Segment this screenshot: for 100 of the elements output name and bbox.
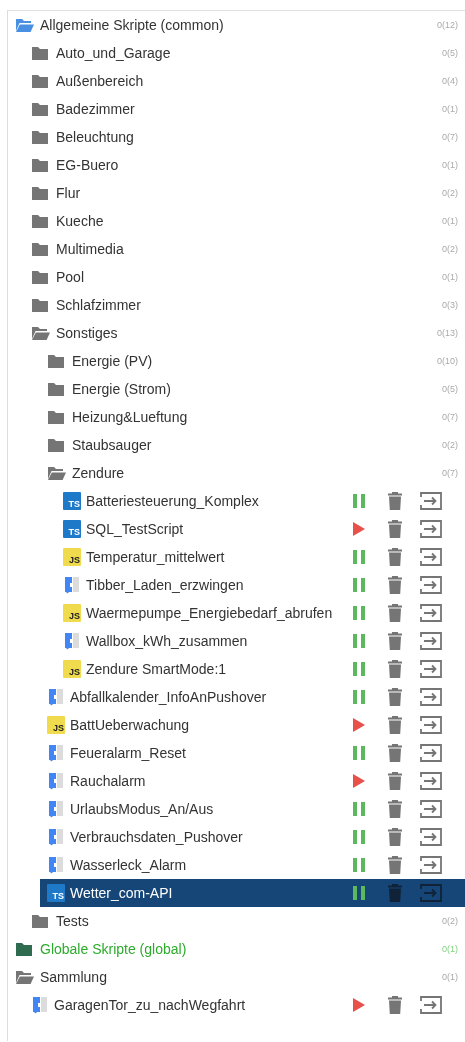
trash-icon — [388, 548, 402, 566]
folder-row[interactable]: EG-Buero 0(1) — [24, 151, 465, 179]
trash-icon — [388, 716, 402, 734]
folder-row[interactable]: Badezimmer 0(1) — [24, 95, 465, 123]
script-row[interactable]: TS SQL_TestScript — [56, 515, 465, 543]
trash-icon — [388, 996, 402, 1014]
script-count: 0(2) — [442, 244, 458, 254]
play-icon — [353, 774, 365, 788]
folder-row[interactable]: Heizung&Lueftung 0(7) — [40, 403, 465, 431]
puzzle-block-icon — [31, 996, 49, 1014]
script-name: Verbrauchsdaten_Pushover — [70, 829, 243, 845]
script-row[interactable]: GaragenTor_zu_nachWegfahrt — [24, 991, 465, 1019]
pause-icon — [352, 606, 366, 620]
puzzle-block-icon — [47, 772, 65, 790]
pause-icon — [352, 858, 366, 872]
script-count: 0(7) — [442, 412, 458, 422]
folder-row[interactable]: Beleuchtung 0(7) — [24, 123, 465, 151]
script-row[interactable]: Rauchalarm — [40, 767, 465, 795]
script-count: 0(12) — [437, 20, 458, 30]
folder-row[interactable]: Flur 0(2) — [24, 179, 465, 207]
trash-icon — [388, 772, 402, 790]
javascript-icon: JS — [63, 548, 81, 566]
script-name: Wallbox_kWh_zusammen — [86, 633, 248, 649]
selected-script-row[interactable]: TS Wetter_com-API — [40, 879, 465, 907]
script-name: Abfallkalender_InfoAnPushover — [70, 689, 267, 705]
folder-row[interactable]: Staubsauger 0(2) — [40, 431, 465, 459]
script-count: 0(10) — [437, 356, 458, 366]
script-row[interactable]: Feueralarm_Reset — [40, 739, 465, 767]
trash-icon — [388, 856, 402, 874]
puzzle-block-icon — [47, 828, 65, 846]
javascript-icon: JS — [63, 604, 81, 622]
script-name: Wasserleck_Alarm — [70, 857, 187, 873]
export-icon — [420, 772, 442, 790]
trash-icon — [388, 632, 402, 650]
export-icon — [420, 828, 442, 846]
script-row[interactable]: UrlaubsModus_An/Aus — [40, 795, 465, 823]
export-icon — [420, 492, 442, 510]
trash-icon — [388, 884, 402, 902]
pause-icon — [352, 634, 366, 648]
script-count: 0(1) — [442, 216, 458, 226]
folder-name: Multimedia — [56, 241, 124, 257]
folder-row[interactable]: Kueche 0(1) — [24, 207, 465, 235]
script-row[interactable]: Verbrauchsdaten_Pushover — [40, 823, 465, 851]
play-icon — [353, 998, 365, 1012]
script-name: BattUeberwachung — [70, 717, 190, 733]
trash-icon — [388, 688, 402, 706]
script-row[interactable]: Abfallkalender_InfoAnPushover — [40, 683, 465, 711]
folder-row[interactable]: Schlafzimmer 0(3) — [24, 291, 465, 319]
script-name: Batteriesteuerung_Komplex — [86, 493, 259, 509]
script-row[interactable]: JS Zendure SmartMode:1 — [56, 655, 465, 683]
folder-name: Zendure — [72, 465, 125, 481]
javascript-icon: JS — [47, 716, 65, 734]
script-count: 0(1) — [442, 160, 458, 170]
script-row[interactable]: JS BattUeberwachung — [40, 711, 465, 739]
script-name: SQL_TestScript — [86, 521, 184, 537]
folder-row[interactable]: Außenbereich 0(4) — [24, 67, 465, 95]
folder-name: Allgemeine Skripte (common) — [40, 17, 224, 33]
script-count: 0(7) — [442, 468, 458, 478]
export-icon — [420, 996, 442, 1014]
script-count: 0(3) — [442, 300, 458, 310]
script-count: 0(1) — [442, 944, 458, 954]
folder-name: Auto_und_Garage — [56, 45, 171, 61]
folder-name: Sammlung — [40, 969, 107, 985]
export-icon — [420, 660, 442, 678]
folder-name: Energie (PV) — [72, 353, 153, 369]
pause-icon — [352, 746, 366, 760]
folder-name: Energie (Strom) — [72, 381, 171, 397]
folder-row[interactable]: Allgemeine Skripte (common) 0(12) — [8, 11, 465, 39]
folder-row[interactable]: Auto_und_Garage 0(5) — [24, 39, 465, 67]
folder-row[interactable]: Tests 0(2) — [24, 907, 465, 935]
folder-name: Schlafzimmer — [56, 297, 141, 313]
script-name: GaragenTor_zu_nachWegfahrt — [54, 997, 246, 1013]
trash-icon — [388, 576, 402, 594]
export-icon — [420, 604, 442, 622]
export-icon — [420, 632, 442, 650]
script-name: Temperatur_mittelwert — [86, 549, 225, 565]
script-row[interactable]: JS Waermepumpe_Energiebedarf_abrufen — [56, 599, 465, 627]
pause-icon — [352, 662, 366, 676]
script-name: Wetter_com-API — [70, 885, 173, 901]
folder-row[interactable]: Zendure 0(7) — [40, 459, 465, 487]
pause-icon — [352, 578, 366, 592]
script-count: 0(1) — [442, 972, 458, 982]
folder-row[interactable]: Multimedia 0(2) — [24, 235, 465, 263]
script-row[interactable]: JS Temperatur_mittelwert — [56, 543, 465, 571]
script-count: 0(1) — [442, 104, 458, 114]
script-row[interactable]: Wasserleck_Alarm — [40, 851, 465, 879]
folder-name: Pool — [56, 269, 85, 285]
script-row[interactable]: Tibber_Laden_erzwingen — [56, 571, 465, 599]
script-row[interactable]: TS Batteriesteuerung_Komplex — [56, 487, 465, 515]
pause-icon — [352, 886, 366, 900]
script-count: 0(2) — [442, 440, 458, 450]
folder-row[interactable]: Sammlung 0(1) — [8, 963, 465, 991]
folder-row[interactable]: Sonstiges 0(13) — [24, 319, 465, 347]
export-icon — [420, 744, 442, 762]
script-row[interactable]: Wallbox_kWh_zusammen — [56, 627, 465, 655]
javascript-icon: JS — [63, 660, 81, 678]
folder-row[interactable]: Pool 0(1) — [24, 263, 465, 291]
folder-row[interactable]: Energie (Strom) 0(5) — [40, 375, 465, 403]
folder-row[interactable]: Energie (PV) 0(10) — [40, 347, 465, 375]
export-icon — [420, 576, 442, 594]
